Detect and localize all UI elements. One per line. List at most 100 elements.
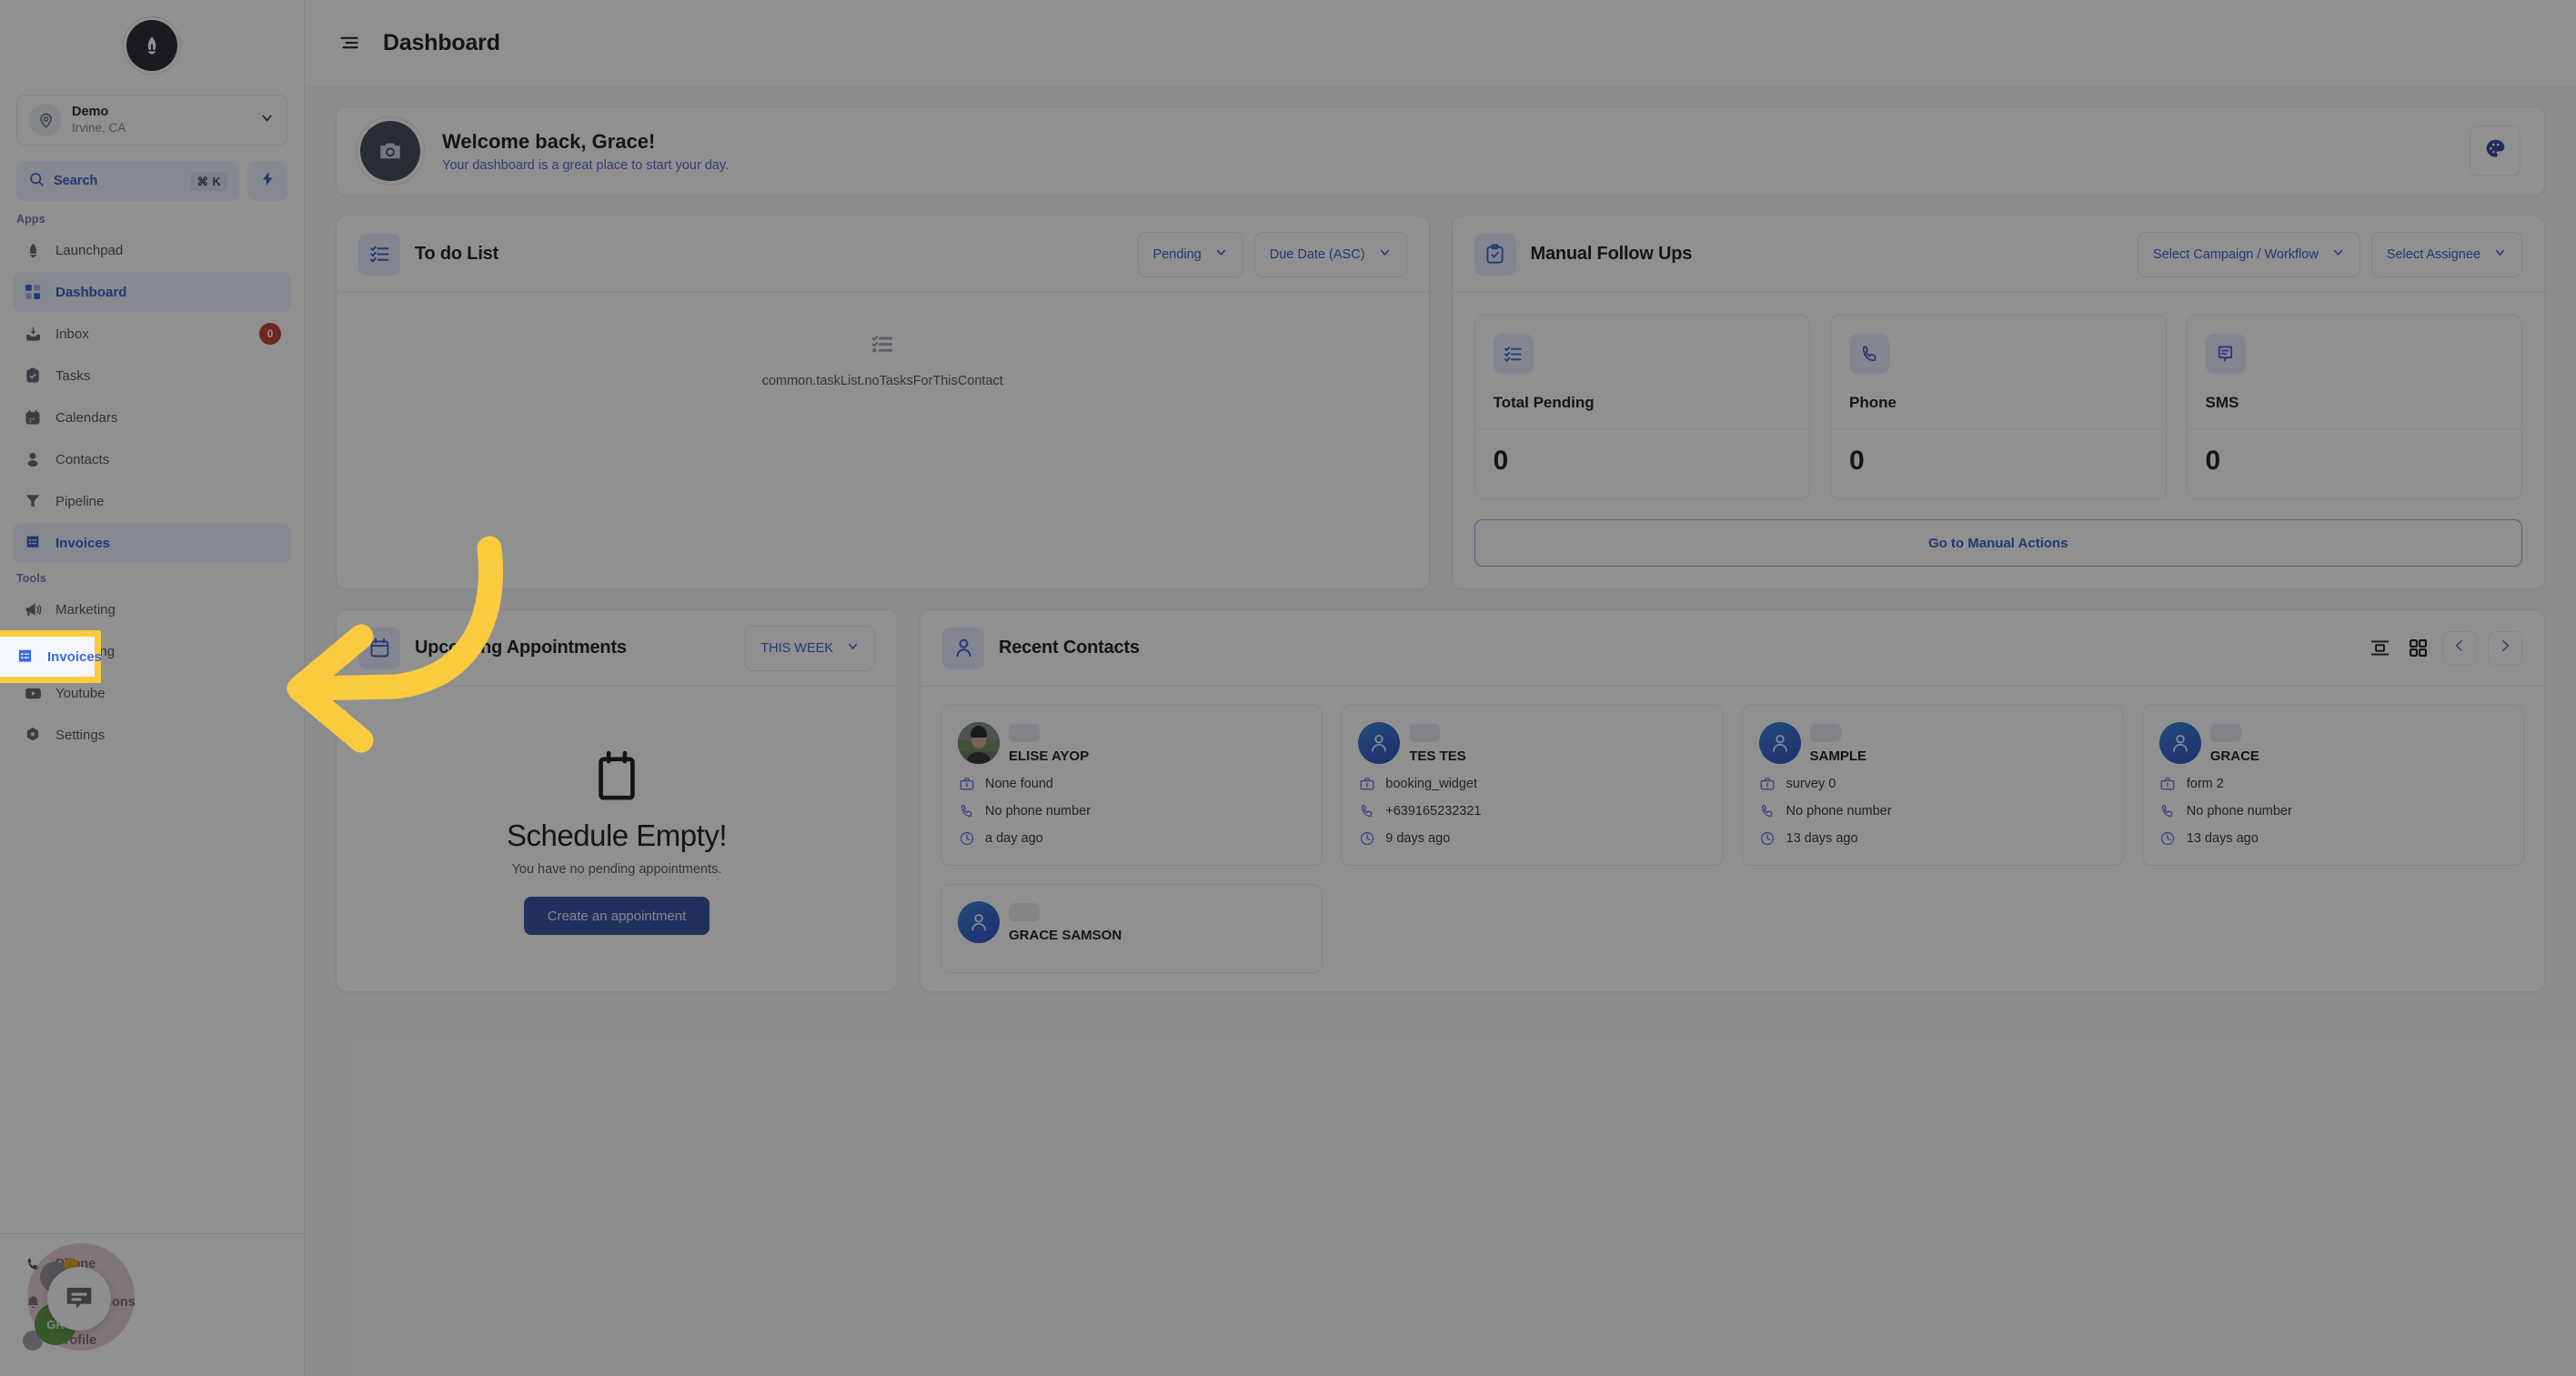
stat-total-pending: Total Pending 0 xyxy=(1474,315,1810,499)
topbar: Dashboard xyxy=(305,0,2576,86)
create-appointment-button[interactable]: Create an appointment xyxy=(523,897,710,935)
phone-icon xyxy=(2159,802,2177,819)
color-palette-icon xyxy=(2484,137,2507,165)
quick-actions-button[interactable] xyxy=(247,161,287,201)
stat-label: Total Pending xyxy=(1493,394,1595,411)
rocket-logo-icon[interactable] xyxy=(126,20,177,71)
sidebar-item-youtube[interactable]: Youtube xyxy=(13,673,291,713)
avatar xyxy=(1358,722,1401,764)
chat-bubble-icon[interactable] xyxy=(47,1267,111,1331)
todo-list-card: To do List Pending Due Date (ASC) common… xyxy=(336,216,1430,589)
contact-name: SAMPLE xyxy=(1809,748,1867,764)
manual-follow-ups-body: Total Pending 0 Phone 0 SMS 0 Go to Manu… xyxy=(1453,293,2545,588)
calendar-icon xyxy=(358,627,400,669)
search-shortcut: ⌘ K xyxy=(190,171,227,191)
upcoming-appointments-title: Upcoming Appointments xyxy=(415,638,627,658)
sidebar-item-invoices[interactable]: Invoices xyxy=(13,523,291,563)
upcoming-appointments-header: Upcoming Appointments THIS WEEK xyxy=(337,610,897,687)
campaign-workflow-filter[interactable]: Select Campaign / Workflow xyxy=(2137,231,2360,277)
appointments-empty-title: Schedule Empty! xyxy=(507,819,727,852)
avatar xyxy=(1758,722,1801,764)
sidebar-item-tasks[interactable]: Tasks xyxy=(13,356,291,396)
phone-icon xyxy=(1759,802,1776,819)
grid-view-icon[interactable] xyxy=(2404,635,2431,662)
sidebar-item-settings[interactable]: Settings xyxy=(13,715,291,755)
sidebar-item-label: Inbox xyxy=(55,326,89,342)
manual-follow-ups-card: Manual Follow Ups Select Campaign / Work… xyxy=(1451,216,2545,589)
recent-contacts-prev-button[interactable] xyxy=(2442,630,2477,666)
contact-card[interactable]: TES TES booking_widget +639165232321 9 d… xyxy=(1341,705,1724,866)
recent-contacts-grid-row-1: ELISE AYOP None found No phone number a … xyxy=(941,705,2524,866)
calendar-icon xyxy=(592,750,641,808)
sidebar-item-dashboard[interactable]: Dashboard xyxy=(13,272,291,312)
contact-name: ELISE AYOP xyxy=(1009,748,1090,764)
location-switcher[interactable]: Demo Irvine, CA xyxy=(16,95,287,146)
contact-source: survey 0 xyxy=(1786,776,1836,791)
dashboard-content: Welcome back, Grace! Your dashboard is a… xyxy=(305,86,2576,1376)
chat-widget[interactable]: GR xyxy=(27,1243,135,1351)
person-icon xyxy=(942,627,984,669)
screenshot-root: Demo Irvine, CA Search ⌘ K Apps Launchpa… xyxy=(0,0,2576,1376)
sidebar-item-marketing[interactable]: Marketing xyxy=(13,589,291,629)
go-to-manual-actions-button[interactable]: Go to Manual Actions xyxy=(1474,519,2522,567)
sidebar-item-launchpad[interactable]: Launchpad xyxy=(13,230,291,270)
inbox-icon xyxy=(23,324,43,344)
chevron-down-icon xyxy=(2331,246,2345,263)
contact-card[interactable]: ELISE AYOP None found No phone number a … xyxy=(941,705,1323,866)
appointments-range-filter[interactable]: THIS WEEK xyxy=(745,625,875,671)
todo-list-header: To do List Pending Due Date (ASC) xyxy=(337,216,1429,293)
chevron-left-icon xyxy=(2452,638,2467,658)
recent-contacts-header: Recent Contacts xyxy=(921,610,2544,687)
theme-palette-button[interactable] xyxy=(2470,126,2521,176)
contact-tag-placeholder xyxy=(1009,903,1040,921)
contact-name: TES TES xyxy=(1409,748,1466,764)
dashboard-row-2: Upcoming Appointments THIS WEEK Schedule… xyxy=(336,609,2545,992)
manual-follow-ups-filters: Select Campaign / Workflow Select Assign… xyxy=(2137,231,2522,277)
sidebar-item-pipeline[interactable]: Pipeline xyxy=(13,481,291,521)
manual-follow-ups-stats: Total Pending 0 Phone 0 SMS 0 xyxy=(1474,315,2522,499)
todo-list-title: To do List xyxy=(415,244,499,264)
recent-contacts-grid-row-2: GRACE SAMSON xyxy=(941,884,2524,973)
todo-sort-filter-value: Due Date (ASC) xyxy=(1269,246,1365,262)
contact-card[interactable]: SAMPLE survey 0 No phone number 13 days … xyxy=(1741,705,2124,866)
contact-card[interactable]: GRACE SAMSON xyxy=(941,884,1323,973)
manual-follow-ups-header: Manual Follow Ups Select Campaign / Work… xyxy=(1452,216,2544,293)
sidebar-group-apps-label: Apps xyxy=(16,213,45,226)
todo-status-filter[interactable]: Pending xyxy=(1137,231,1243,277)
contact-name: GRACE SAMSON xyxy=(1009,928,1122,943)
welcome-title: Welcome back, Grace! xyxy=(442,129,656,153)
contact-time: 9 days ago xyxy=(1385,830,1451,846)
sidebar-item-label: Settings xyxy=(55,727,106,743)
stat-label: SMS xyxy=(2205,394,2239,411)
contact-card[interactable]: GRACE form 2 No phone number 13 days ago xyxy=(2141,705,2524,866)
checklist-icon xyxy=(1493,334,1534,374)
location-name: Demo xyxy=(72,105,109,120)
camera-icon[interactable] xyxy=(360,121,420,181)
map-pin-icon xyxy=(29,104,62,136)
search-label: Search xyxy=(54,174,98,188)
person-icon xyxy=(23,449,43,469)
assignee-filter[interactable]: Select Assignee xyxy=(2370,231,2522,277)
hamburger-menu-icon[interactable] xyxy=(336,29,363,56)
contact-phone: No phone number xyxy=(2186,803,2292,819)
sidebar-item-reporting[interactable]: Reporting xyxy=(13,631,291,671)
briefcase-icon xyxy=(1759,775,1776,792)
sidebar-item-label: Invoices xyxy=(55,535,111,551)
sidebar-item-label: Tasks xyxy=(55,367,91,384)
todo-sort-filter[interactable]: Due Date (ASC) xyxy=(1253,231,1407,277)
inbox-unread-badge: 0 xyxy=(259,323,281,345)
recent-contacts-next-button[interactable] xyxy=(2488,630,2522,666)
sidebar-item-calendars[interactable]: Calendars xyxy=(13,397,291,437)
avatar xyxy=(2158,722,2201,764)
application-ui: Demo Irvine, CA Search ⌘ K Apps Launchpa… xyxy=(0,0,2576,1376)
search-input[interactable]: Search ⌘ K xyxy=(16,161,239,201)
todo-list-filters: Pending Due Date (ASC) xyxy=(1137,231,1407,277)
list-view-icon[interactable] xyxy=(2366,635,2393,662)
clipboard-check-icon xyxy=(23,366,43,386)
megaphone-icon xyxy=(23,599,43,619)
sidebar-item-inbox[interactable]: Inbox 0 xyxy=(13,314,291,354)
sidebar-item-contacts[interactable]: Contacts xyxy=(13,439,291,479)
welcome-banner: Welcome back, Grace! Your dashboard is a… xyxy=(336,106,2545,196)
recent-contacts-card: Recent Contacts ELISE AYOP None found No… xyxy=(920,609,2545,992)
clock-icon xyxy=(2159,829,2177,847)
